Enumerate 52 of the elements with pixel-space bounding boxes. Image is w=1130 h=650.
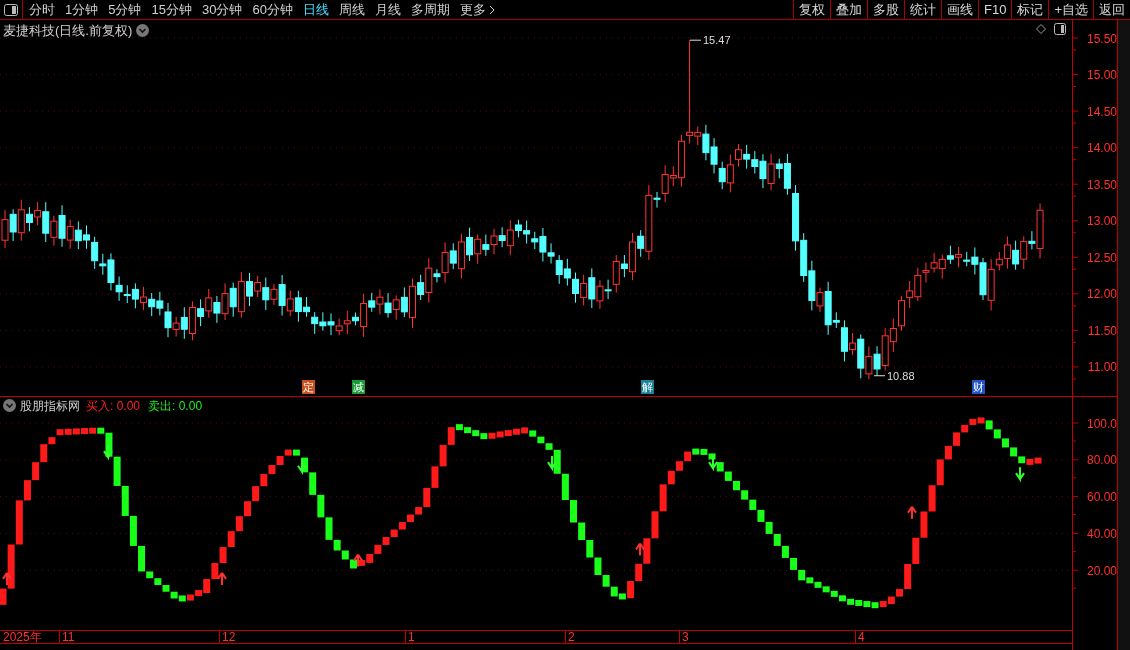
price-axis-label: 12.00	[1086, 287, 1117, 302]
indicator-axis-label: 60.00	[1086, 490, 1117, 505]
period-tab[interactable]: 月线	[374, 0, 401, 20]
price-axis-label: 11.00	[1087, 360, 1117, 375]
period-tab[interactable]: 5分钟	[108, 0, 142, 20]
indicator-axis-label: 100.0	[1086, 416, 1117, 431]
event-marker[interactable]: 财	[972, 380, 985, 394]
price-axis-label: 14.00	[1086, 141, 1117, 156]
price-axis-label: 13.50	[1086, 177, 1117, 192]
date-axis-label: 12	[222, 629, 236, 645]
buy-reading: 买入: 0.00	[86, 397, 141, 415]
indicator-axis-label: 40.00	[1086, 526, 1117, 541]
toolbar-button[interactable]: 复权	[793, 0, 830, 19]
toolbar-button[interactable]: +自选	[1048, 0, 1093, 19]
chart-title: 麦捷科技(日线.前复权)	[3, 22, 133, 40]
event-marker[interactable]: 减	[352, 380, 365, 394]
indicator-axis-label: 80.00	[1086, 453, 1117, 468]
high-price-label: 15.47	[703, 34, 731, 47]
period-tab[interactable]: 分时	[29, 0, 55, 20]
period-tab[interactable]: 1分钟	[65, 0, 99, 20]
price-axis-label: 11.50	[1087, 323, 1117, 338]
indicator-name: 股朋指标网	[20, 397, 80, 415]
price-axis-label: 13.00	[1086, 214, 1117, 229]
toolbar-button[interactable]: 统计	[904, 0, 941, 19]
toolbar-button[interactable]: 多股	[867, 0, 904, 19]
period-tab[interactable]: 多周期	[410, 0, 450, 20]
toolbar-button[interactable]: 画线	[941, 0, 978, 19]
date-axis-label: 2	[568, 629, 575, 645]
price-axis-label: 12.50	[1086, 250, 1117, 265]
date-axis-label: 4	[858, 629, 865, 645]
date-axis-label: 3	[682, 629, 689, 645]
period-tab[interactable]: 周线	[338, 0, 365, 20]
event-marker[interactable]: 解	[641, 380, 654, 394]
date-axis-label: 1	[408, 629, 415, 645]
sell-reading: 卖出: 0.00	[148, 397, 203, 415]
price-axis-label: 15.00	[1086, 68, 1117, 83]
period-tab[interactable]: 60分钟	[252, 0, 293, 20]
low-price-label: 10.88	[887, 369, 915, 382]
period-tab[interactable]: 15分钟	[151, 0, 192, 20]
date-axis-label: 2025年	[3, 629, 42, 645]
event-marker[interactable]: 定	[302, 380, 315, 394]
period-tab[interactable]: 更多	[459, 0, 495, 20]
period-tab[interactable]: 30分钟	[201, 0, 243, 20]
price-axis-label: 15.50	[1086, 31, 1117, 46]
toolbar-button[interactable]: 叠加	[830, 0, 867, 19]
price-axis-label: 14.50	[1086, 104, 1117, 119]
period-tab[interactable]: 日线	[302, 0, 329, 20]
toolbar-button[interactable]: 返回	[1093, 0, 1130, 19]
toolbar-button[interactable]: F10	[978, 0, 1012, 19]
date-axis-label: 11	[62, 629, 75, 645]
toolbar-button[interactable]: 标记	[1011, 0, 1049, 19]
indicator-axis-label: 20.00	[1086, 563, 1117, 578]
